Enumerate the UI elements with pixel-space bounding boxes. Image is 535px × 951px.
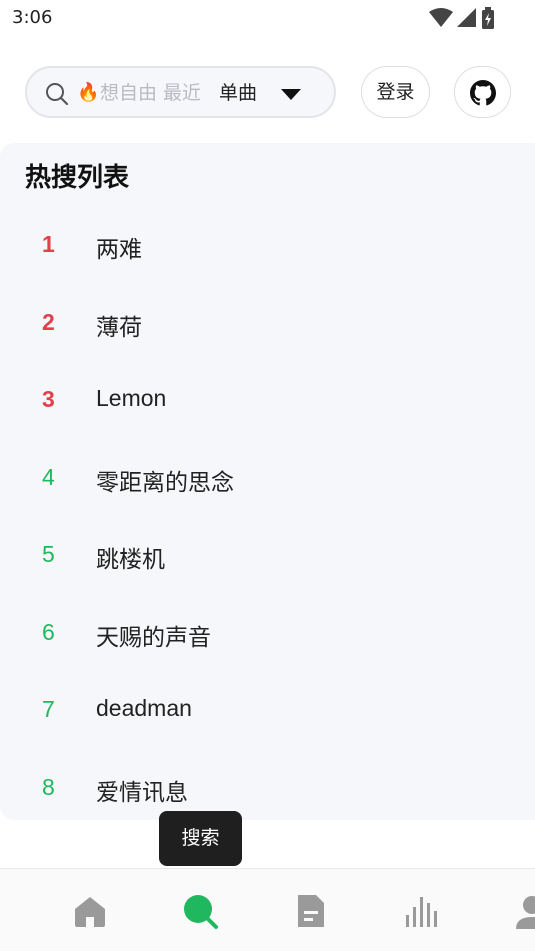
hot-search-item[interactable]: 8 爱情讯息	[0, 749, 535, 827]
user-icon[interactable]	[512, 891, 535, 931]
hot-search-name: 零距离的思念	[96, 468, 234, 495]
home-icon[interactable]	[70, 891, 110, 931]
status-bar: 3:06	[0, 0, 535, 38]
hot-search-item[interactable]: 5 跳楼机	[0, 516, 535, 594]
chart-icon[interactable]	[402, 891, 442, 931]
hot-search-rank: 3	[42, 386, 55, 412]
hot-search-name: Lemon	[96, 385, 167, 411]
hot-search-name: deadman	[96, 695, 192, 721]
hot-search-rank: 5	[42, 541, 55, 567]
hot-search-list: 1 两难 2 薄荷 3 Lemon 4 零距离的思念 5 跳楼机 6 天赐的声音…	[0, 206, 535, 826]
hot-search-name: 爱情讯息	[96, 778, 188, 805]
status-icons	[429, 7, 495, 29]
hot-search-name: 跳楼机	[96, 546, 165, 572]
search-icon[interactable]	[180, 891, 220, 931]
hot-search-panel: 热搜列表 1 两难 2 薄荷 3 Lemon 4 零距离的思念 5 跳楼机 6 …	[0, 143, 535, 820]
hot-search-rank: 1	[42, 231, 55, 257]
github-button[interactable]	[454, 66, 511, 118]
top-bar: 🔥 想自由 最近 单曲 登录	[0, 64, 535, 120]
chevron-down-icon	[281, 89, 301, 100]
wifi-icon	[429, 8, 453, 27]
battery-icon	[482, 7, 494, 29]
hot-search-item[interactable]: 7 deadman	[0, 671, 535, 749]
search-input[interactable]: 🔥 想自由 最近 单曲	[25, 66, 336, 118]
hot-search-name: 两难	[96, 236, 142, 262]
search-type-label: 单曲	[219, 82, 258, 104]
hot-search-item[interactable]: 2 薄荷	[0, 284, 535, 362]
hot-search-rank: 2	[42, 308, 55, 335]
hot-search-rank: 7	[42, 696, 55, 722]
fire-icon: 🔥	[77, 82, 100, 103]
login-button[interactable]: 登录	[361, 66, 430, 118]
hot-search-name: 薄荷	[96, 313, 142, 340]
github-icon	[470, 80, 496, 106]
hot-search-rank: 6	[42, 618, 55, 645]
search-tooltip: 搜索	[159, 811, 242, 866]
hot-search-name: 天赐的声音	[96, 623, 211, 650]
document-icon[interactable]	[290, 891, 330, 931]
hot-search-rank: 8	[42, 773, 55, 800]
search-icon	[46, 83, 69, 106]
status-time: 3:06	[12, 7, 53, 28]
hot-search-title: 热搜列表	[25, 163, 130, 193]
search-placeholder: 想自由 最近	[100, 82, 202, 104]
hot-search-item[interactable]: 3 Lemon	[0, 361, 535, 439]
hot-search-item[interactable]: 6 天赐的声音	[0, 594, 535, 672]
hot-search-rank: 4	[42, 463, 55, 490]
search-type-select[interactable]: 单曲	[219, 80, 329, 108]
bottom-nav	[0, 868, 535, 951]
signal-icon	[457, 8, 476, 27]
hot-search-item[interactable]: 4 零距离的思念	[0, 439, 535, 517]
hot-search-item[interactable]: 1 两难	[0, 206, 535, 284]
